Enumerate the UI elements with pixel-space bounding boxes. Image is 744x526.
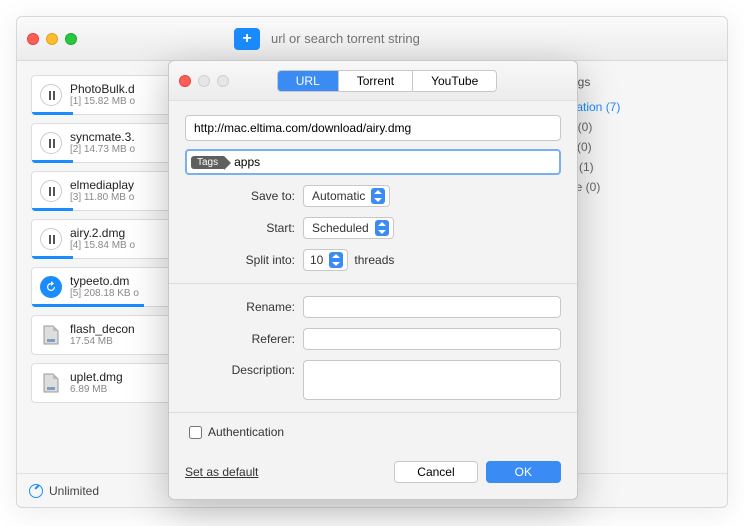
tags-field[interactable]: Tags: [185, 149, 561, 175]
description-label: Description:: [185, 360, 295, 377]
tags-badge: Tags: [191, 156, 224, 169]
download-name: typeeto.dm: [70, 274, 139, 288]
download-name: uplet.dmg: [70, 370, 123, 384]
retry-icon[interactable]: [40, 276, 62, 298]
description-field[interactable]: [303, 360, 561, 400]
pause-icon[interactable]: [40, 84, 62, 106]
tags-input[interactable]: [234, 155, 555, 169]
download-meta: [1] 15.82 MB o: [70, 96, 135, 108]
progress-bar: [32, 112, 73, 115]
tab-torrent[interactable]: Torrent: [339, 71, 413, 91]
chevron-updown-icon: [329, 252, 343, 268]
tag-item[interactable]: lication (7): [565, 97, 715, 117]
minimize-icon[interactable]: [46, 33, 58, 45]
tag-item[interactable]: ure (0): [565, 177, 715, 197]
download-meta: [4] 15.84 MB o: [70, 240, 135, 252]
referer-label: Referer:: [185, 332, 295, 346]
threads-select[interactable]: 10: [303, 249, 348, 271]
dialog-footer: Set as default Cancel OK: [169, 455, 577, 499]
file-icon: [40, 372, 62, 394]
url-field[interactable]: [185, 115, 561, 141]
download-meta: [3] 11.80 MB o: [70, 192, 134, 204]
download-name: flash_decon: [70, 322, 135, 336]
tag-item[interactable]: ie (0): [565, 117, 715, 137]
add-download-dialog: URL Torrent YouTube Tags Save to: Automa…: [168, 60, 578, 500]
dialog-zoom-icon: [217, 75, 229, 87]
referer-field[interactable]: [303, 328, 561, 350]
download-meta: [2] 14.73 MB o: [70, 144, 135, 156]
speed-label: Unlimited: [49, 484, 99, 498]
cancel-button[interactable]: Cancel: [394, 461, 477, 483]
zoom-icon[interactable]: [65, 33, 77, 45]
file-icon: [40, 324, 62, 346]
download-name: syncmate.3.: [70, 130, 135, 144]
download-name: airy.2.dmg: [70, 226, 135, 240]
chevron-updown-icon: [371, 188, 385, 204]
authentication-label: Authentication: [208, 425, 284, 439]
rename-field[interactable]: [303, 296, 561, 318]
window-controls: [27, 33, 77, 45]
threads-label: threads: [354, 253, 394, 267]
tag-item[interactable]: er (1): [565, 157, 715, 177]
download-meta: [5] 208.18 KB o: [70, 288, 139, 300]
close-icon[interactable]: [27, 33, 39, 45]
download-name: PhotoBulk.d: [70, 82, 135, 96]
ok-button[interactable]: OK: [486, 461, 561, 483]
start-select[interactable]: Scheduled: [303, 217, 394, 239]
progress-bar: [32, 304, 144, 307]
authentication-checkbox[interactable]: [189, 426, 202, 439]
download-meta: 6.89 MB: [70, 384, 123, 396]
tab-youtube[interactable]: YouTube: [413, 71, 496, 91]
rename-label: Rename:: [185, 300, 295, 314]
search-input[interactable]: [264, 28, 717, 50]
tab-url[interactable]: URL: [278, 71, 339, 91]
pause-icon[interactable]: [40, 228, 62, 250]
save-to-label: Save to:: [185, 189, 295, 203]
save-to-select[interactable]: Automatic: [303, 185, 390, 207]
split-label: Split into:: [185, 253, 295, 267]
progress-bar: [32, 160, 73, 163]
dialog-body: Tags Save to: Automatic Start: Scheduled…: [169, 101, 577, 455]
add-button[interactable]: +: [234, 28, 260, 50]
progress-bar: [32, 256, 73, 259]
download-name: elmediaplay: [70, 178, 134, 192]
pause-icon[interactable]: [40, 132, 62, 154]
dialog-minimize-icon: [198, 75, 210, 87]
sidebar-title: Tags: [565, 75, 715, 89]
chevron-updown-icon: [375, 220, 389, 236]
tag-item[interactable]: ic (0): [565, 137, 715, 157]
speed-icon[interactable]: [29, 484, 43, 498]
titlebar: +: [17, 17, 727, 61]
dialog-close-icon[interactable]: [179, 75, 191, 87]
dialog-titlebar: URL Torrent YouTube: [169, 61, 577, 101]
set-default-link[interactable]: Set as default: [185, 465, 258, 479]
start-label: Start:: [185, 221, 295, 235]
download-meta: 17.54 MB: [70, 336, 135, 348]
pause-icon[interactable]: [40, 180, 62, 202]
source-tabs: URL Torrent YouTube: [277, 70, 498, 92]
progress-bar: [32, 208, 73, 211]
tags-sidebar: Tags lication (7)ie (0)ic (0)er (1)ure (…: [552, 61, 727, 473]
